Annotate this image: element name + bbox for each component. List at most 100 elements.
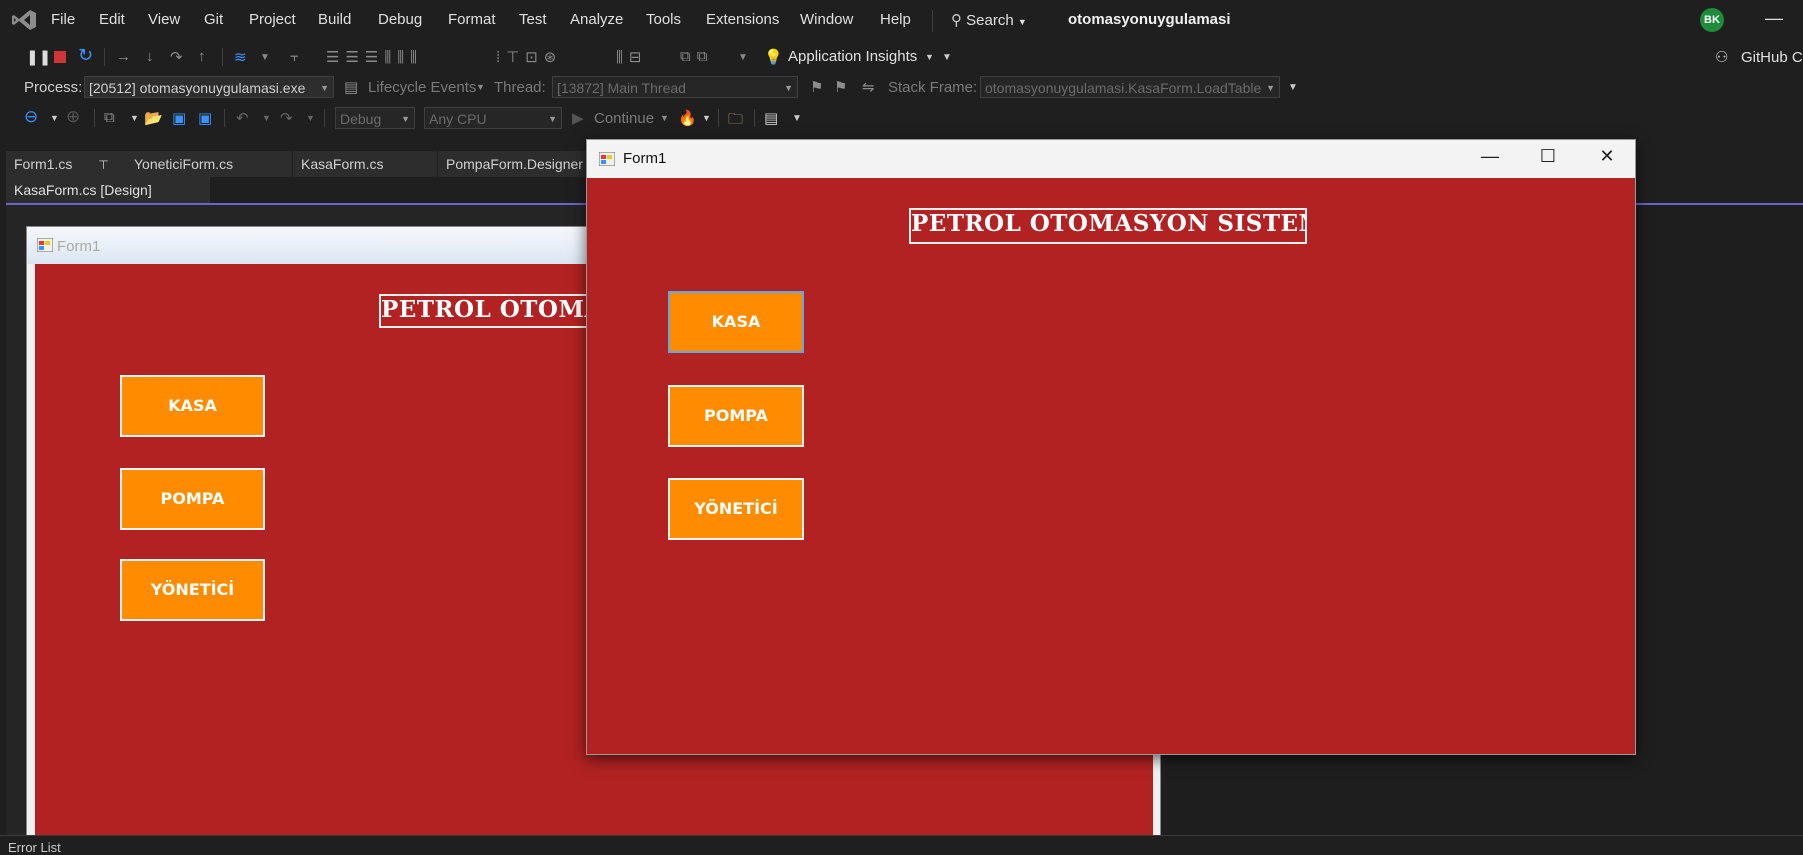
- process-dropdown[interactable]: [20512] otomasyonuygulamasi.exe ▼: [84, 76, 334, 98]
- toolbar-separator: [222, 48, 223, 66]
- menu-window[interactable]: Window: [800, 11, 853, 28]
- order-tools-icon[interactable]: ⧉⧉: [680, 48, 713, 65]
- alignment-tools-icon[interactable]: ☰☰☰⫼⫼⫼: [326, 48, 423, 66]
- pompa-button[interactable]: POMPA: [120, 468, 265, 530]
- chevron-down-icon: ▼: [401, 114, 410, 124]
- chevron-down-icon[interactable]: ▼: [476, 82, 485, 92]
- error-list-tab[interactable]: Error List: [8, 840, 61, 855]
- visual-studio-logo-icon[interactable]: [10, 8, 38, 32]
- stack-frame-dropdown[interactable]: otomasyonuygulamasi.KasaForm.LoadTable ▼: [980, 76, 1280, 98]
- debug-toolbar: ❚❚ ↻ → ↓ ↷ ↑ ≋ ▼ ⫟ ☰☰☰⫼⫼⫼ ⁞⊤⊡⊛ ⫼⊟ ⧉⧉ ▼ 💡…: [0, 42, 1803, 72]
- chevron-down-icon[interactable]: ▼: [660, 113, 669, 123]
- stop-icon[interactable]: [54, 51, 66, 63]
- chevron-down-icon[interactable]: ▼: [925, 52, 934, 62]
- github-copilot-button[interactable]: GitHub C: [1741, 49, 1803, 66]
- redo-icon[interactable]: ↷: [280, 109, 293, 127]
- window-layout-icon[interactable]: ▤: [764, 109, 778, 127]
- show-next-statement-icon[interactable]: →: [116, 48, 131, 65]
- application-insights-button[interactable]: Application Insights: [788, 48, 917, 65]
- search-box[interactable]: ⚲ Search ▼: [951, 11, 1027, 29]
- form-icon: [599, 152, 615, 166]
- platform-dropdown[interactable]: Any CPU ▼: [424, 107, 562, 129]
- switch-threads-icon[interactable]: ⇋: [862, 78, 875, 96]
- tab-kasaform-cs[interactable]: KasaForm.cs: [293, 151, 437, 177]
- menu-tools[interactable]: Tools: [646, 11, 681, 28]
- spacing-tools-icon[interactable]: ⁞⊤⊡⊛: [496, 48, 562, 66]
- continue-button[interactable]: Continue: [594, 110, 654, 127]
- menu-help[interactable]: Help: [880, 11, 911, 28]
- menu-analyze[interactable]: Analyze: [570, 11, 623, 28]
- yonetici-button[interactable]: YÖNETİCİ: [120, 559, 265, 621]
- menu-view[interactable]: View: [148, 11, 180, 28]
- menu-git[interactable]: Git: [204, 11, 223, 28]
- designer-form-title: Form1: [57, 238, 101, 255]
- tab-kasaform-design[interactable]: KasaForm.cs [Design]: [6, 177, 210, 203]
- toolbar-overflow-icon[interactable]: ▼: [792, 113, 802, 124]
- step-out-icon[interactable]: ↑: [198, 48, 206, 65]
- menu-bar: File Edit View Git Project Build Debug F…: [0, 0, 1803, 40]
- save-icon[interactable]: ▣: [172, 109, 186, 127]
- kasa-button[interactable]: KASA: [120, 375, 265, 437]
- step-into-icon[interactable]: ↓: [146, 48, 154, 65]
- chevron-down-icon[interactable]: ▼: [50, 113, 59, 123]
- open-folder-icon[interactable]: 📂: [144, 109, 163, 127]
- toolbar-overflow-icon[interactable]: ▼: [942, 52, 952, 63]
- thread-value: [13872] Main Thread: [557, 80, 686, 96]
- running-form-window[interactable]: Form1 — ☐ ✕ PETROL OTOMASYON SISTEMI KAS…: [586, 139, 1636, 755]
- menu-project[interactable]: Project: [249, 11, 296, 28]
- hot-reload-icon[interactable]: 🔥: [678, 109, 697, 127]
- lightbulb-icon[interactable]: 💡: [764, 48, 783, 66]
- pompa-button[interactable]: POMPA: [668, 385, 804, 447]
- tab-form1-cs[interactable]: Form1.cs ⊤: [6, 151, 126, 177]
- menu-extensions[interactable]: Extensions: [706, 11, 779, 28]
- layout-align-icon[interactable]: ⫟: [290, 48, 299, 65]
- maximize-button[interactable]: ☐: [1528, 146, 1568, 167]
- tab-pompaform-designer[interactable]: PompaForm.Designer: [438, 151, 586, 177]
- folder-view-icon[interactable]: 🗀: [728, 109, 743, 134]
- chevron-down-icon: ▼: [320, 83, 329, 93]
- flag-thread-icon[interactable]: ⚑: [810, 78, 823, 96]
- chevron-down-icon: ▼: [548, 114, 557, 124]
- minimize-button[interactable]: —: [1470, 146, 1510, 167]
- undo-icon[interactable]: ↶: [236, 109, 249, 127]
- chevron-down-icon: ▼: [1266, 83, 1275, 93]
- flag-all-threads-icon[interactable]: ⚑: [834, 78, 847, 96]
- restart-icon[interactable]: ↻: [78, 45, 93, 66]
- toolbar-overflow-icon[interactable]: ▼: [260, 52, 270, 63]
- menu-debug[interactable]: Debug: [378, 11, 422, 28]
- running-form-titlebar[interactable]: Form1 — ☐ ✕: [587, 140, 1635, 178]
- lifecycle-events-button[interactable]: Lifecycle Events: [368, 79, 476, 96]
- chevron-down-icon[interactable]: ▼: [306, 113, 315, 123]
- toolbar-overflow-icon[interactable]: ▼: [1288, 82, 1298, 93]
- menu-format[interactable]: Format: [448, 11, 496, 28]
- navigate-forward-icon[interactable]: ⊕: [66, 107, 80, 127]
- minimize-window-button[interactable]: —: [1765, 8, 1783, 29]
- tab-yoneticiform-cs[interactable]: YoneticiForm.cs: [126, 151, 292, 177]
- new-project-icon[interactable]: ⧉: [104, 109, 115, 126]
- search-label: Search: [966, 12, 1014, 29]
- yonetici-button[interactable]: YÖNETİCİ: [668, 478, 804, 540]
- chevron-down-icon[interactable]: ▼: [130, 113, 139, 123]
- chevron-down-icon[interactable]: ▼: [702, 113, 711, 123]
- menu-edit[interactable]: Edit: [99, 11, 125, 28]
- configuration-dropdown[interactable]: Debug ▼: [335, 107, 415, 129]
- save-all-icon[interactable]: ▣: [198, 109, 212, 127]
- pin-icon[interactable]: ⊤: [98, 158, 108, 172]
- close-button[interactable]: ✕: [1587, 146, 1627, 167]
- thread-dropdown[interactable]: [13872] Main Thread ▼: [552, 76, 798, 98]
- kasa-button[interactable]: KASA: [668, 291, 804, 353]
- chevron-down-icon: ▼: [1017, 17, 1027, 27]
- chevron-down-icon: ▼: [784, 83, 793, 93]
- play-icon[interactable]: ▶: [572, 109, 584, 127]
- pause-icon[interactable]: ❚❚: [26, 48, 51, 66]
- step-over-icon[interactable]: ↷: [170, 48, 183, 66]
- avatar[interactable]: BK: [1700, 8, 1724, 32]
- menu-build[interactable]: Build: [318, 11, 351, 28]
- menu-test[interactable]: Test: [519, 11, 547, 28]
- size-tools-icon[interactable]: ⫼⊟: [616, 48, 647, 66]
- diagnostics-icon[interactable]: ≋: [234, 48, 247, 66]
- navigate-back-icon[interactable]: ⊖: [24, 107, 38, 127]
- toolbar-overflow-icon[interactable]: ▼: [738, 52, 748, 63]
- menu-file[interactable]: File: [51, 11, 75, 28]
- chevron-down-icon[interactable]: ▼: [262, 113, 271, 123]
